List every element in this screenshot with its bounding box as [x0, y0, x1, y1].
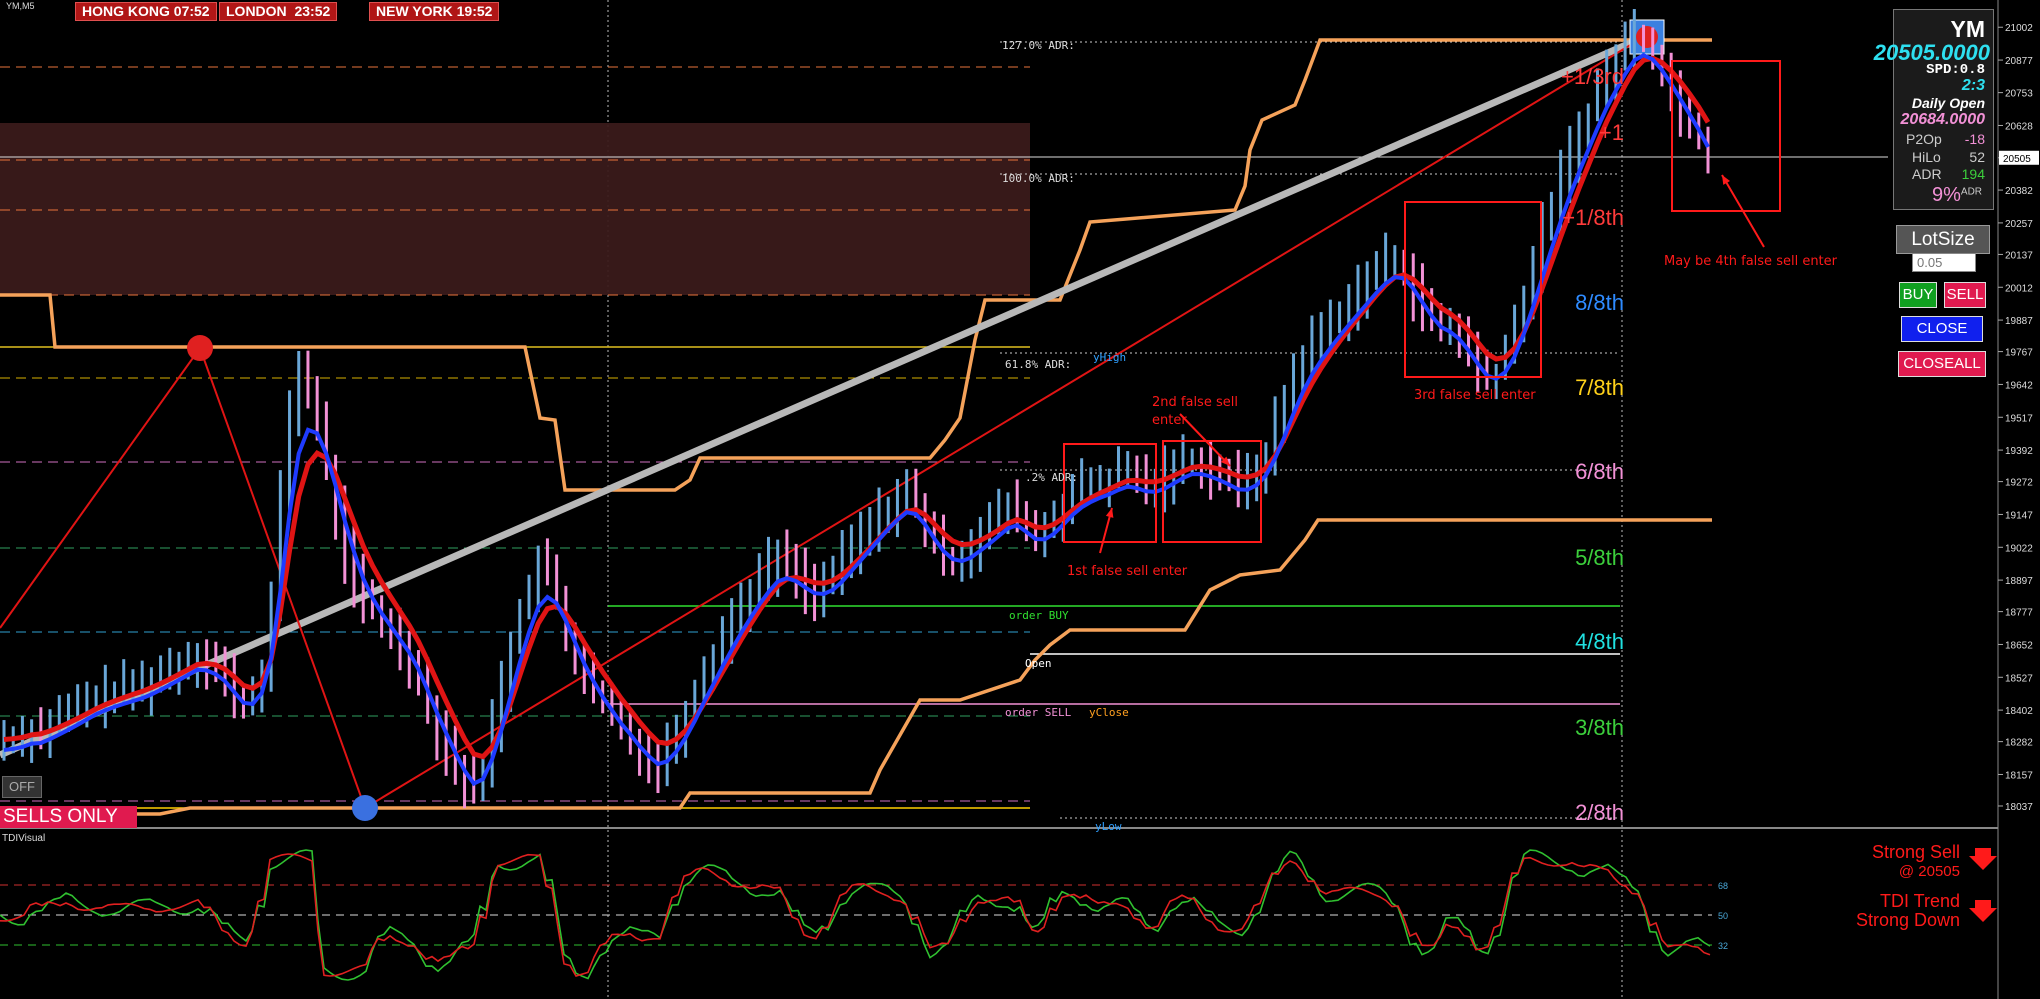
- axis-tick-label: 18157: [2005, 770, 2033, 781]
- symbol-label: YM,M5: [6, 1, 35, 11]
- supply-zone-rect: [0, 123, 1030, 295]
- panel-p2op-label: P2Op: [1906, 131, 1942, 147]
- level-label: order SELL: [1005, 706, 1072, 719]
- level-labels: 1st false sell enter 2nd false sell enter 3…: [1002, 39, 1838, 833]
- axis-tick-label: 19272: [2005, 478, 2033, 489]
- axis-tick-label: 20628: [2005, 121, 2033, 132]
- level-label: 61.8% ADR:: [1005, 358, 1071, 371]
- level-label: yClose: [1089, 706, 1129, 719]
- murrey-label: 4/8th: [1575, 629, 1624, 654]
- axis-tick-label: 19642: [2005, 380, 2033, 391]
- tdi-trend-signal: TDI Trend Strong Down: [1855, 891, 1960, 930]
- buy-button[interactable]: BUY: [1899, 282, 1937, 308]
- tdi-indicator: 68 50 32: [0, 848, 1997, 981]
- swing-low-marker: [352, 795, 378, 821]
- panel-adr-pct: 9%ADR: [1932, 184, 1983, 206]
- panel-daily-open-label: Daily Open: [1911, 95, 1985, 111]
- annotation-label: May be 4th false sell enter: [1664, 254, 1838, 269]
- axis-tick-label: 19887: [2005, 316, 2033, 327]
- murrey-label: 6/8th: [1575, 459, 1624, 484]
- level-label: order BUY: [1009, 609, 1069, 622]
- off-button[interactable]: OFF: [2, 776, 42, 798]
- tdi-label: TDIVisual: [2, 833, 46, 844]
- level-label: 127.0% ADR:: [1002, 39, 1075, 52]
- axis-tick-label: 19517: [2005, 413, 2033, 424]
- level-label: Open: [1025, 657, 1052, 670]
- panel-adr-value: 194: [1961, 166, 1985, 182]
- panel-hilo-value: 52: [1969, 149, 1985, 165]
- axis-tick-label: 18652: [2005, 640, 2033, 651]
- annotation-label: 3rd false sell enter: [1414, 388, 1536, 403]
- info-panel: YM 20505.0000 SPD:0.8 2:3 Daily Open 206…: [1874, 9, 1994, 210]
- axis-tick-label: 19022: [2005, 543, 2033, 554]
- closeall-button[interactable]: CLOSEALL: [1898, 351, 1986, 377]
- lot-size-input[interactable]: [1912, 253, 1976, 272]
- session-hong-kong: HONG KONG 07:52: [75, 2, 217, 21]
- current-price-label: 20505: [2003, 154, 2031, 165]
- down-arrow-icon: [1969, 848, 1997, 870]
- level-label: 100.0% ADR:: [1002, 172, 1075, 185]
- murrey-label: 2/8th: [1575, 800, 1624, 825]
- session-london: LONDON 23:52: [219, 2, 338, 21]
- annotation-label: 1st false sell enter: [1067, 564, 1188, 579]
- murrey-label: 8/8th: [1575, 290, 1624, 315]
- swing-high-marker: [187, 335, 213, 361]
- tdi-level-label: 50: [1718, 911, 1728, 921]
- annotation-label: enter: [1152, 413, 1187, 428]
- axis-tick-label: 18037: [2005, 802, 2033, 813]
- panel-adr-label: ADR: [1912, 166, 1942, 182]
- close-button[interactable]: CLOSE: [1901, 316, 1983, 342]
- level-label: yHigh: [1093, 351, 1126, 364]
- axis-tick-label: 20382: [2005, 186, 2033, 197]
- axis-tick-label: 18777: [2005, 608, 2033, 619]
- murrey-label: +1: [1599, 120, 1624, 145]
- axis-tick-label: 18897: [2005, 576, 2033, 587]
- axis-tick-label: 19147: [2005, 510, 2033, 521]
- price-axis: 21002 20877 20753 20628 20505 20382 20257 20137…: [1998, 23, 2039, 813]
- axis-tick-label: 20012: [2005, 283, 2033, 294]
- panel-p2op-value: -18: [1964, 131, 1985, 147]
- panel-symbol: YM: [1950, 16, 1986, 42]
- murrey-label: +1/3rd: [1561, 64, 1624, 89]
- panel-ratio: 2:3: [1961, 77, 1985, 94]
- axis-tick-label: 20753: [2005, 89, 2033, 100]
- tdi-level-label: 32: [1718, 941, 1728, 951]
- panel-hilo-label: HiLo: [1912, 149, 1941, 165]
- level-label: yLow: [1095, 820, 1122, 833]
- lot-size-label: LotSize: [1896, 225, 1990, 254]
- murrey-label: 7/8th: [1575, 375, 1624, 400]
- axis-tick-label: 20137: [2005, 250, 2033, 261]
- murrey-label: 3/8th: [1575, 715, 1624, 740]
- axis-tick-label: 20877: [2005, 56, 2033, 67]
- price-chart[interactable]: 1st false sell enter 2nd false sell enter 3…: [0, 0, 2040, 999]
- sell-button[interactable]: SELL: [1944, 282, 1986, 308]
- panel-daily-open: 20684.0000: [1900, 111, 1985, 128]
- axis-tick-label: 19392: [2005, 446, 2033, 457]
- axis-tick-label: 18527: [2005, 673, 2033, 684]
- murrey-label: +1/8th: [1562, 205, 1624, 230]
- annotation-label: 2nd false sell: [1152, 395, 1238, 410]
- axis-tick-label: 18402: [2005, 706, 2033, 717]
- supply-zone: [0, 66, 1888, 296]
- logo-marker-inner: [1636, 26, 1658, 48]
- panel-spread: SPD:0.8: [1926, 62, 1985, 78]
- axis-tick-label: 18282: [2005, 738, 2033, 749]
- axis-tick-label: 20257: [2005, 219, 2033, 230]
- murrey-label: 5/8th: [1575, 545, 1624, 570]
- strong-sell-signal: Strong Sell @ 20505: [1871, 842, 1960, 881]
- session-new-york: NEW YORK 19:52: [369, 2, 500, 21]
- axis-tick-label: 21002: [2005, 23, 2033, 34]
- down-arrow-icon: [1969, 900, 1997, 922]
- tdi-level-label: 68: [1718, 881, 1728, 891]
- sells-only-banner: SELLS ONLY: [0, 806, 137, 828]
- axis-tick-label: 19767: [2005, 348, 2033, 359]
- level-label: .2% ADR:: [1025, 471, 1078, 484]
